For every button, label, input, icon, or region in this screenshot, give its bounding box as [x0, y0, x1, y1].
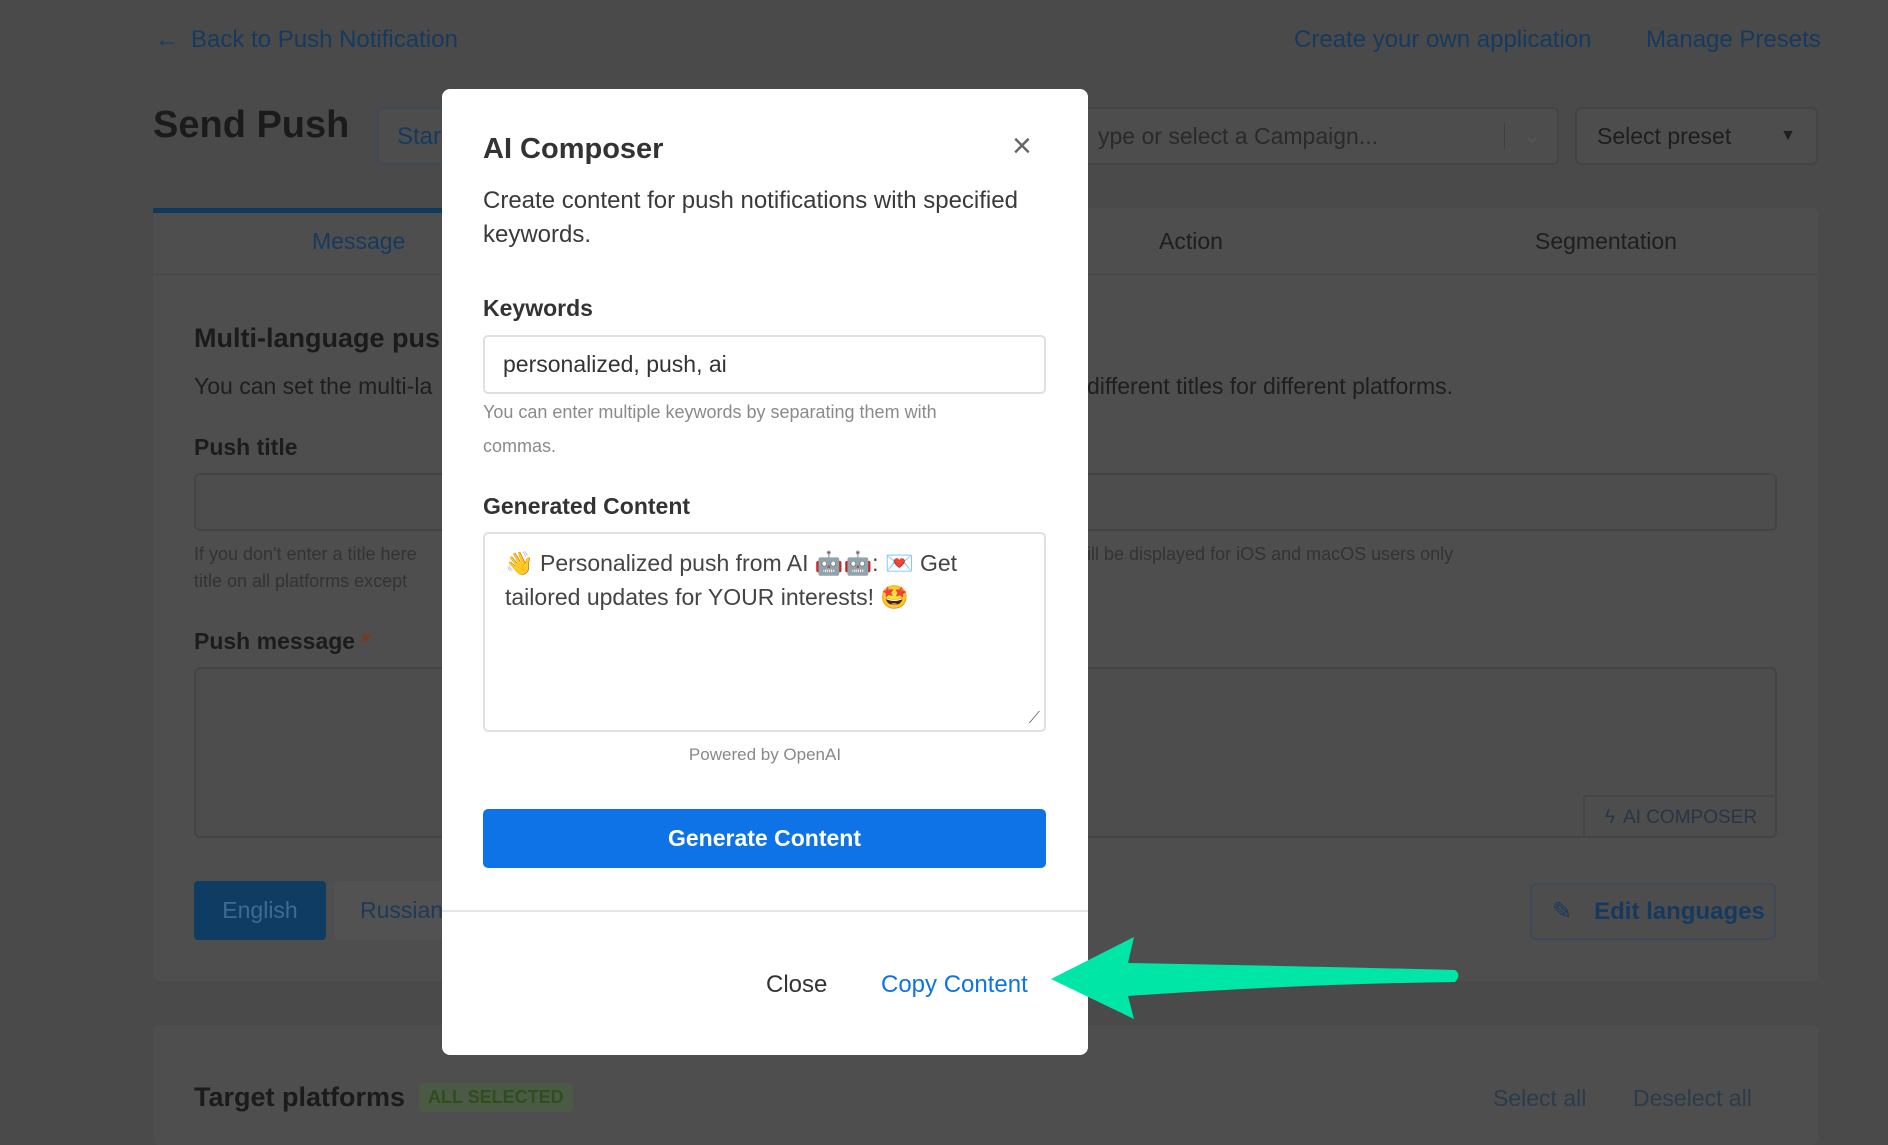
annotation-arrow-icon	[1051, 937, 1459, 1019]
annotation-arrow	[1051, 937, 1459, 1019]
